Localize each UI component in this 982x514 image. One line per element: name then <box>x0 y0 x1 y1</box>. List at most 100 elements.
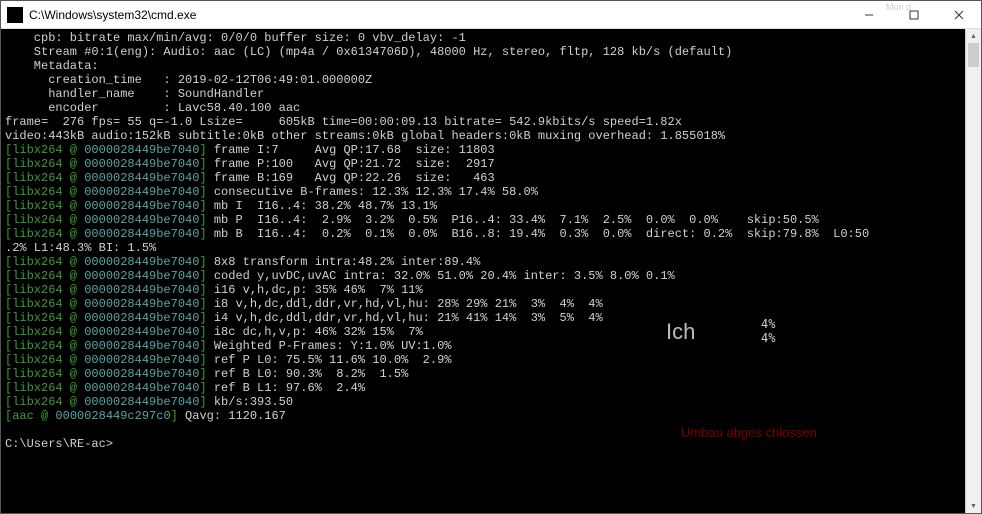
titlebar[interactable]: C:\Windows\system32\cmd.exe Mun d <box>1 1 981 29</box>
terminal-segment: 0000028449be7040 <box>84 311 199 325</box>
terminal-line: [libx264 @ 0000028449be7040] mb B I16..4… <box>5 227 977 241</box>
terminal-segment: ] <box>199 353 213 367</box>
terminal-segment: mb I I16..4: 38.2% 48.7% 13.1% <box>214 199 437 213</box>
terminal-line: [libx264 @ 0000028449be7040] consecutive… <box>5 185 977 199</box>
terminal-segment: encoder : Lavc58.40.100 aac <box>5 101 300 115</box>
terminal-segment: [libx264 @ <box>5 297 84 311</box>
terminal-segment: 0000028449be7040 <box>84 367 199 381</box>
terminal-output[interactable]: cpb: bitrate max/min/avg: 0/0/0 buffer s… <box>1 29 981 513</box>
terminal-segment: [libx264 @ <box>5 185 84 199</box>
terminal-segment: [libx264 @ <box>5 353 84 367</box>
terminal-segment: [libx264 @ <box>5 213 84 227</box>
terminal-segment: ] <box>199 339 213 353</box>
terminal-segment: [libx264 @ <box>5 283 84 297</box>
scroll-up-button[interactable]: ▲ <box>966 29 981 43</box>
terminal-line: [libx264 @ 0000028449be7040] Weighted P-… <box>5 339 977 353</box>
terminal-segment: frame P:100 Avg QP:21.72 size: 2917 <box>214 157 495 171</box>
terminal-segment: 0000028449be7040 <box>84 255 199 269</box>
terminal-segment: [libx264 @ <box>5 395 84 409</box>
terminal-line: [libx264 @ 0000028449be7040] coded y,uvD… <box>5 269 977 283</box>
terminal-line: [libx264 @ 0000028449be7040] frame I:7 A… <box>5 143 977 157</box>
terminal-segment: i8 v,h,dc,ddl,ddr,vr,hd,vl,hu: 28% 29% 2… <box>214 297 603 311</box>
scroll-down-button[interactable]: ▼ <box>966 499 981 513</box>
terminal-segment: frame= 276 fps= 55 q=-1.0 Lsize= 605kB t… <box>5 115 682 129</box>
terminal-line: handler_name : SoundHandler <box>5 87 977 101</box>
terminal-segment: mb B I16..4: 0.2% 0.1% 0.0% B16..8: 19.4… <box>214 227 869 241</box>
close-icon <box>954 10 964 20</box>
terminal-segment: 0000028449be7040 <box>84 171 199 185</box>
terminal-segment: ] <box>199 255 213 269</box>
terminal-segment: .2% L1:48.3% BI: 1.5% <box>5 241 156 255</box>
terminal-line: [aac @ 0000028449c297c0] Qavg: 1120.167 <box>5 409 977 423</box>
terminal-segment: Qavg: 1120.167 <box>185 409 286 423</box>
terminal-segment: ] <box>199 395 213 409</box>
terminal-line: video:443kB audio:152kB subtitle:0kB oth… <box>5 129 977 143</box>
terminal-segment: Metadata: <box>5 59 99 73</box>
close-button[interactable] <box>936 1 981 29</box>
scrollbar-thumb[interactable] <box>968 43 979 67</box>
annotation-4-b: 4% <box>761 331 775 345</box>
terminal-segment: 0000028449be7040 <box>84 199 199 213</box>
terminal-segment: ] <box>199 227 213 241</box>
terminal-line: [libx264 @ 0000028449be7040] ref B L1: 9… <box>5 381 977 395</box>
terminal-segment: frame I:7 Avg QP:17.68 size: 11803 <box>214 143 495 157</box>
terminal-segment: 0000028449be7040 <box>84 213 199 227</box>
terminal-segment: 0000028449be7040 <box>84 353 199 367</box>
terminal-segment: 0000028449c297c0 <box>55 409 170 423</box>
terminal-line: [libx264 @ 0000028449be7040] i8 v,h,dc,d… <box>5 297 977 311</box>
terminal-line: encoder : Lavc58.40.100 aac <box>5 101 977 115</box>
terminal-segment: handler_name : SoundHandler <box>5 87 264 101</box>
terminal-segment: kb/s:393.50 <box>214 395 293 409</box>
terminal-line: .2% L1:48.3% BI: 1.5% <box>5 241 977 255</box>
terminal-segment: ] <box>171 409 185 423</box>
minimize-icon <box>864 10 874 20</box>
terminal-line: cpb: bitrate max/min/avg: 0/0/0 buffer s… <box>5 31 977 45</box>
terminal-segment: 0000028449be7040 <box>84 157 199 171</box>
terminal-segment: ref B L1: 97.6% 2.4% <box>214 381 365 395</box>
minimize-button[interactable] <box>846 1 891 29</box>
terminal-segment: [libx264 @ <box>5 339 84 353</box>
terminal-line: C:\Users\RE-ac> <box>5 437 977 451</box>
terminal-segment: cpb: bitrate max/min/avg: 0/0/0 buffer s… <box>5 31 466 45</box>
terminal-segment: [libx264 @ <box>5 311 84 325</box>
terminal-segment: ] <box>199 367 213 381</box>
terminal-line: [libx264 @ 0000028449be7040] i8c dc,h,v,… <box>5 325 977 339</box>
terminal-line: [libx264 @ 0000028449be7040] mb P I16..4… <box>5 213 977 227</box>
terminal-segment: [libx264 @ <box>5 269 84 283</box>
window-controls <box>846 1 981 29</box>
watermark: Mun d <box>886 3 911 12</box>
vertical-scrollbar[interactable]: ▲ ▼ <box>965 29 981 513</box>
annotation-4-a: 4% <box>761 317 775 331</box>
window: C:\Windows\system32\cmd.exe Mun d cpb: b… <box>0 0 982 514</box>
annotation-umbau: Umbau abges chlossen <box>681 426 817 440</box>
terminal-segment: 0000028449be7040 <box>84 143 199 157</box>
terminal-line: [libx264 @ 0000028449be7040] i16 v,h,dc,… <box>5 283 977 297</box>
cmd-icon <box>7 7 23 23</box>
terminal-segment: [libx264 @ <box>5 367 84 381</box>
terminal-segment: ] <box>199 171 213 185</box>
terminal-segment: 8x8 transform intra:48.2% inter:89.4% <box>214 255 480 269</box>
terminal-segment: 0000028449be7040 <box>84 381 199 395</box>
terminal-segment: consecutive B-frames: 12.3% 12.3% 17.4% … <box>214 185 538 199</box>
terminal-segment: Weighted P-Frames: Y:1.0% UV:1.0% <box>214 339 452 353</box>
terminal-line <box>5 423 977 437</box>
terminal-line: [libx264 @ 0000028449be7040] frame P:100… <box>5 157 977 171</box>
terminal-segment: Stream #0:1(eng): Audio: aac (LC) (mp4a … <box>5 45 732 59</box>
terminal-segment: [aac @ <box>5 409 55 423</box>
terminal-line: [libx264 @ 0000028449be7040] kb/s:393.50 <box>5 395 977 409</box>
terminal-segment: 0000028449be7040 <box>84 227 199 241</box>
terminal-segment: video:443kB audio:152kB subtitle:0kB oth… <box>5 129 725 143</box>
terminal-line: [libx264 @ 0000028449be7040] ref B L0: 9… <box>5 367 977 381</box>
terminal-line: creation_time : 2019-02-12T06:49:01.0000… <box>5 73 977 87</box>
terminal-segment: [libx264 @ <box>5 227 84 241</box>
terminal-segment: [libx264 @ <box>5 157 84 171</box>
terminal-segment: ] <box>199 283 213 297</box>
terminal-segment: C:\Users\RE-ac> <box>5 437 113 451</box>
window-title: C:\Windows\system32\cmd.exe <box>29 8 846 22</box>
terminal-segment: ] <box>199 297 213 311</box>
terminal-segment: ] <box>199 381 213 395</box>
terminal-segment: [libx264 @ <box>5 199 84 213</box>
terminal-segment: ] <box>199 325 213 339</box>
terminal-segment: ] <box>199 143 213 157</box>
terminal-segment: 0000028449be7040 <box>84 339 199 353</box>
